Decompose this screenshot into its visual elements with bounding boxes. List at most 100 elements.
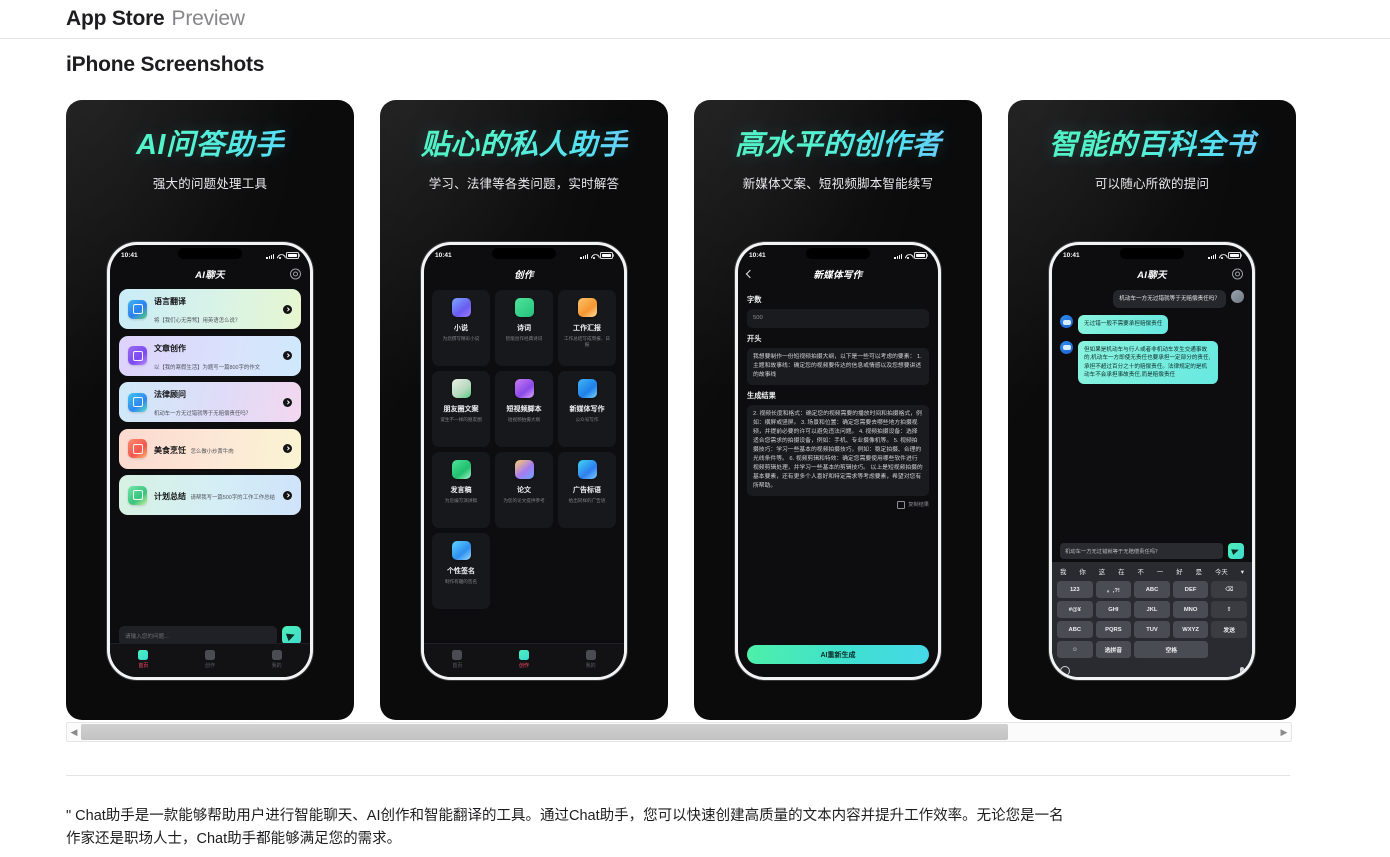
gear-icon[interactable] — [1232, 268, 1243, 280]
tab-create[interactable]: 创作 — [177, 649, 243, 669]
prompt-card[interactable]: 语言翻译 将【我们心无旁骛】用英语怎么说？ — [119, 289, 301, 329]
status-icons-3 — [894, 251, 928, 260]
key-ghi[interactable]: GHI — [1095, 601, 1132, 618]
prompt-card-sub: 机动车一方无过错就等于无赔偿责任吗？ — [154, 411, 252, 417]
chevron-down-icon[interactable]: ▾ — [1241, 568, 1244, 576]
suggestion[interactable]: 好 — [1176, 567, 1182, 576]
notch-4 — [1120, 248, 1184, 259]
shot-3-heading: 高水平的创作者 新媒体文案、短视频脚本智能续写 — [694, 129, 982, 192]
copy-result-button[interactable]: 复制结果 — [747, 500, 929, 509]
suggestion[interactable]: 不 — [1138, 567, 1144, 576]
tool-cell[interactable]: 诗词 智能创作经典诗词 — [495, 290, 553, 366]
key-abc-mode[interactable]: ABC — [1057, 621, 1093, 638]
keyboard-bottom-bar[interactable] — [1052, 664, 1252, 677]
scrollbar-thumb[interactable] — [81, 724, 1008, 740]
microphone-icon[interactable] — [1240, 667, 1244, 674]
chevron-right-icon[interactable] — [283, 397, 292, 407]
home-icon — [452, 649, 463, 660]
tab-mine[interactable]: 我的 — [244, 649, 310, 669]
key-send[interactable]: 发送 — [1211, 621, 1247, 638]
keyboard-grid[interactable]: 123 。,?! ABC DEF ⌫ #@¥ GHI JKL MNO ⇧ ABC… — [1055, 578, 1249, 661]
prompt-card[interactable]: 法律顾问 机动车一方无过错就等于无赔偿责任吗？ — [119, 382, 301, 422]
screenshot-1[interactable]: AI问答助手 强大的问题处理工具 10:41 AI聊天 语言翻译 将【我们心无旁… — [66, 100, 354, 720]
tab-create[interactable]: 创作 — [491, 649, 557, 669]
emoji-icon[interactable]: ☺ — [1057, 641, 1093, 658]
gear-icon[interactable] — [290, 268, 301, 280]
tool-cell[interactable]: 广告标语 给出同样的广告语 — [558, 452, 616, 528]
status-icons-2 — [580, 251, 614, 260]
key-punctuation[interactable]: 。,?! — [1095, 581, 1132, 598]
globe-icon[interactable] — [1060, 665, 1070, 676]
tool-title: 朋友圈文案 — [443, 406, 479, 413]
keyboard[interactable]: 我 你 这 在 不 一 好 是 今天 ▾ 123 。,?! ABC DEF ⌫ … — [1052, 562, 1252, 677]
chevron-right-icon[interactable] — [283, 444, 292, 453]
tool-sub: 诞生不一样的朋友圈 — [440, 417, 482, 422]
tab-create-label: 创作 — [518, 662, 529, 669]
tool-cell[interactable]: 短视频脚本 短视频拍摄大纲 — [495, 371, 553, 447]
tool-cell[interactable]: 小说 为您撰写精彩小说 — [432, 290, 490, 366]
key-pqrs[interactable]: PQRS — [1095, 621, 1132, 638]
screenshot-3[interactable]: 高水平的创作者 新媒体文案、短视频脚本智能续写 10:41 新媒体写作 字数 5… — [694, 100, 982, 720]
word-count-input[interactable]: 500 — [747, 309, 929, 328]
write-icon — [128, 346, 147, 365]
back-arrow-icon[interactable] — [745, 269, 755, 279]
media-writing-icon — [577, 379, 597, 398]
tool-cell[interactable]: 个性签名 制作有趣的签名 — [432, 533, 490, 609]
key-mno[interactable]: MNO — [1172, 601, 1209, 618]
screenshot-2[interactable]: 贴心的私人助手 学习、法律等各类问题，实时解答 10:41 创作 小说 为您撰写… — [380, 100, 668, 720]
chat-text-input[interactable]: 机动车一方无过错就等于无赔偿责任吗？ — [1060, 543, 1223, 559]
tab-home[interactable]: 首页 — [424, 649, 490, 669]
prompt-card-list: 语言翻译 将【我们心无旁骛】用英语怎么说？ 文章创作 以【我的寒假生活】为题写一… — [110, 284, 310, 515]
key-tuv[interactable]: TUV — [1134, 621, 1170, 638]
screenshot-strip[interactable]: AI问答助手 强大的问题处理工具 10:41 AI聊天 语言翻译 将【我们心无旁… — [66, 100, 1296, 720]
screenshot-4[interactable]: 智能的百科全书 可以随心所欲的提问 10:41 AI聊天 机动车一方无过错就等于… — [1008, 100, 1296, 720]
chevron-right-icon[interactable] — [283, 490, 292, 500]
suggestion[interactable]: 我 — [1060, 567, 1066, 576]
tool-cell[interactable]: 新媒体写作 公众号写作 — [558, 371, 616, 447]
chevron-right-icon[interactable] — [283, 351, 292, 360]
tab-mine[interactable]: 我的 — [558, 649, 624, 669]
key-jkl[interactable]: JKL — [1134, 601, 1170, 618]
create-icon — [518, 649, 529, 660]
result-output: 2. 视频长度和格式：确定您的视频需要的播放时间和拍摄格式，例如：横屏或竖屏。 … — [747, 404, 929, 496]
scroll-left-arrow-icon[interactable]: ◀ — [67, 723, 81, 741]
tool-cell[interactable]: 工作汇报 工作总结写成周报、日报 — [558, 290, 616, 366]
prompt-card[interactable]: 计划总结 请帮我写一篇500字的工作工作总结 — [119, 475, 301, 515]
status-time-1: 10:41 — [121, 252, 138, 259]
tab-bar-1[interactable]: 首页 创作 我的 — [110, 643, 310, 677]
suggestion[interactable]: 你 — [1079, 567, 1085, 576]
backspace-icon[interactable]: ⌫ — [1211, 581, 1247, 598]
intro-input[interactable]: 我想要制作一份短视频拍摄大纲，以下是一些可以考虑的要素： 1. 主题和故事线：确… — [747, 347, 929, 385]
chevron-right-icon[interactable] — [283, 304, 292, 314]
robot-icon — [1060, 340, 1073, 354]
shift-icon[interactable]: ⇧ — [1211, 601, 1247, 618]
tool-cell[interactable]: 发言稿 为您编写演讲稿 — [432, 452, 490, 528]
keyboard-suggestions[interactable]: 我 你 这 在 不 一 好 是 今天 ▾ — [1055, 565, 1249, 578]
suggestion[interactable]: 一 — [1157, 567, 1163, 576]
tab-home[interactable]: 首页 — [110, 649, 176, 669]
chat-composer[interactable]: 机动车一方无过错就等于无赔偿责任吗？ — [1060, 543, 1244, 559]
key-123[interactable]: 123 — [1057, 581, 1093, 598]
tool-cell[interactable]: 朋友圈文案 诞生不一样的朋友圈 — [432, 371, 490, 447]
scrollbar-track[interactable] — [81, 723, 1277, 741]
key-abc[interactable]: ABC — [1134, 581, 1170, 598]
key-symbols[interactable]: #@¥ — [1057, 601, 1093, 618]
key-pinyin[interactable]: 选拼音 — [1095, 641, 1132, 658]
suggestion[interactable]: 在 — [1118, 567, 1124, 576]
tool-cell[interactable]: 论文 为您的论文提供参考 — [495, 452, 553, 528]
key-def[interactable]: DEF — [1172, 581, 1209, 598]
send-icon[interactable] — [1228, 543, 1244, 559]
scroll-right-arrow-icon[interactable]: ▶ — [1277, 723, 1291, 741]
regenerate-button[interactable]: AI重新生成 — [747, 645, 929, 664]
horizontal-scrollbar[interactable]: ◀ ▶ — [66, 722, 1292, 742]
suggestion[interactable]: 这 — [1099, 567, 1105, 576]
key-wxyz[interactable]: WXYZ — [1172, 621, 1209, 638]
tool-sub: 为您撰写精彩小说 — [442, 336, 480, 341]
key-space[interactable]: 空格 — [1134, 641, 1209, 658]
prompt-card-title: 法律顾问 — [154, 390, 186, 399]
prompt-card[interactable]: 美食烹饪 怎么做小炒黄牛肉 — [119, 428, 301, 469]
tab-bar-2[interactable]: 首页 创作 我的 — [424, 643, 624, 677]
suggestion[interactable]: 今天 — [1215, 567, 1228, 576]
prompt-card[interactable]: 文章创作 以【我的寒假生活】为题写一篇800字的作文 — [119, 335, 301, 376]
suggestion[interactable]: 是 — [1196, 567, 1202, 576]
